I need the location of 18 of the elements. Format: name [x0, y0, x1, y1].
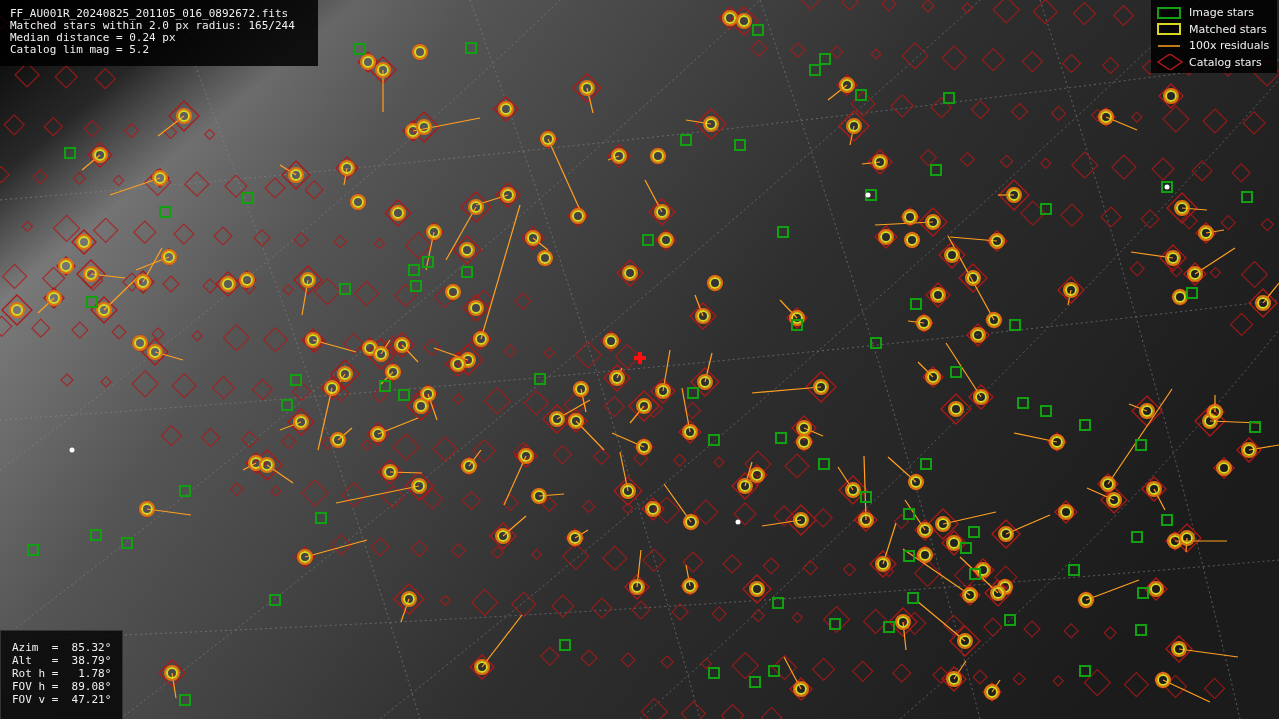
image-star-marker-icon [1157, 6, 1181, 19]
matched-star-marker-icon [1157, 23, 1181, 36]
pointing-text: FOV v = 47.21° [12, 693, 113, 706]
info-text: FF_AU001R_20240825_201105_016_0892672.fits [10, 8, 290, 20]
pointing-text: FOV h = 89.08° [12, 680, 113, 693]
pointing-text: Alt = 38.79° [12, 654, 113, 667]
pointing-text: Azim = 85.32° [12, 641, 113, 654]
pointing-text: Rot h = 1.78° [12, 667, 113, 680]
info-text: Matched stars within 2.0 px radius: 165/244 [10, 20, 296, 32]
legend-label: 100x residuals [1189, 39, 1270, 53]
legend-label: Matched stars [1189, 22, 1267, 36]
info-text: Median distance = 0.24 px [10, 32, 177, 44]
info-text: Catalog lim mag = 5.2 [10, 44, 151, 56]
legend-label: Image stars [1189, 6, 1254, 20]
residual-line-icon [1157, 45, 1181, 47]
center-cross-icon [634, 352, 646, 364]
catalog-star-marker-icon [1157, 54, 1183, 71]
legend-label: Catalog stars [1189, 55, 1262, 69]
